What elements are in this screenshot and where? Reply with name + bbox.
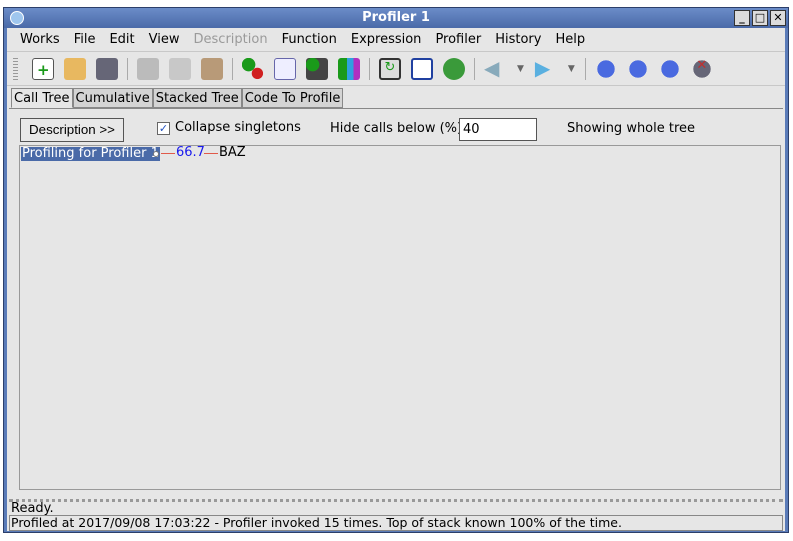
refresh-icon[interactable]: ↻ [379, 58, 401, 80]
tab-call-tree[interactable]: Call Tree [11, 88, 73, 108]
timer-delete-icon[interactable]: ✕ [690, 58, 713, 80]
tree-node-baz[interactable]: BAZ [219, 146, 246, 160]
collapse-singletons-label[interactable]: Collapse singletons [175, 120, 301, 135]
window-title: Profiler 1 [362, 10, 430, 25]
tab-stacked-tree[interactable]: Stacked Tree [152, 88, 242, 108]
status-message: Ready. [9, 499, 783, 516]
node-connector-dot [153, 151, 159, 157]
cut-icon[interactable] [137, 58, 159, 80]
edge-line [161, 153, 175, 154]
profile-run-icon[interactable] [242, 58, 264, 80]
settings-icon[interactable] [443, 58, 465, 80]
profile-tree-icon[interactable] [338, 58, 360, 80]
title-bar[interactable]: Profiler 1 _ □ ✕ [4, 8, 788, 28]
profile-report-icon[interactable] [274, 58, 296, 80]
menu-history[interactable]: History [488, 28, 548, 51]
tab-code-to-profile[interactable]: Code To Profile [241, 88, 344, 108]
forward-arrow-icon[interactable]: ▶ [535, 58, 557, 80]
menu-help[interactable]: Help [548, 28, 592, 51]
tree-root-node[interactable]: Profiling for Profiler 1 [21, 147, 160, 161]
hide-calls-input[interactable] [459, 118, 537, 141]
copy-icon[interactable] [169, 58, 191, 80]
toolbar-separator [474, 58, 475, 80]
menu-description: Description [193, 32, 268, 47]
profile-summary: Profiled at 2017/09/08 17:03:22 - Profil… [9, 515, 783, 531]
window-icon[interactable] [411, 58, 433, 80]
call-tree-panel: Description >> ✓ Collapse singletons Hid… [9, 108, 783, 498]
toolbar-separator [584, 58, 586, 80]
toolbar-grip[interactable] [13, 58, 18, 82]
back-arrow-icon[interactable]: ◀ [484, 58, 506, 80]
tab-bar: Call Tree Cumulative Stacked Tree Code T… [11, 88, 344, 108]
profile-inspect-icon[interactable] [306, 58, 328, 80]
app-icon[interactable] [10, 11, 24, 25]
close-button[interactable]: ✕ [770, 10, 786, 26]
profiler-window: Profiler 1 _ □ ✕ Works File Edit View De… [3, 7, 789, 533]
collapse-singletons-checkbox[interactable]: ✓ [157, 122, 170, 135]
new-icon[interactable]: + [32, 58, 54, 80]
menu-file[interactable]: File [67, 28, 103, 51]
menu-expression[interactable]: Expression [344, 28, 429, 51]
menu-edit[interactable]: Edit [102, 28, 141, 51]
menu-works[interactable]: Works [13, 28, 67, 51]
edge-percent: 66.7 [176, 145, 205, 160]
toolbar: + ↻ ◀ ▼ ▶ ▼ ✕ [7, 53, 785, 86]
edge-line [204, 153, 218, 154]
back-dropdown-icon[interactable]: ▼ [517, 64, 524, 74]
minimize-button[interactable]: _ [734, 10, 750, 26]
menu-bar: Works File Edit View Description Functio… [7, 28, 785, 52]
description-button[interactable]: Description >> [20, 118, 124, 142]
forward-dropdown-icon[interactable]: ▼ [568, 64, 575, 74]
menu-view[interactable]: View [142, 28, 187, 51]
hide-calls-label: Hide calls below (%) [330, 121, 463, 136]
timer-settings-icon[interactable] [626, 58, 649, 80]
call-tree-view[interactable]: Profiling for Profiler 1 66.7 BAZ [19, 145, 781, 490]
timer-report-icon[interactable] [594, 58, 617, 80]
save-icon[interactable] [96, 58, 118, 80]
menu-function[interactable]: Function [275, 28, 344, 51]
menu-profiler[interactable]: Profiler [428, 28, 488, 51]
tab-cumulative[interactable]: Cumulative [72, 88, 153, 108]
toolbar-separator [369, 58, 370, 80]
timer-go-icon[interactable] [658, 58, 681, 80]
paste-icon[interactable] [201, 58, 223, 80]
toolbar-separator [127, 58, 128, 80]
showing-status: Showing whole tree [567, 121, 696, 136]
maximize-button[interactable]: □ [752, 10, 768, 26]
toolbar-separator [232, 58, 233, 80]
open-folder-icon[interactable] [64, 58, 86, 80]
